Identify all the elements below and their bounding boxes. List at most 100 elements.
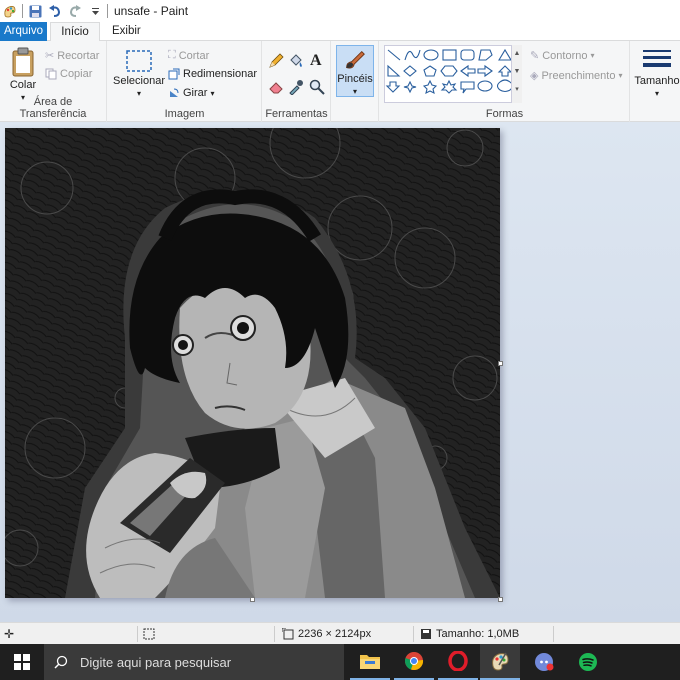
paste-label: Colar xyxy=(9,79,37,91)
opera-icon xyxy=(448,651,468,671)
paint-taskbar-button[interactable] xyxy=(480,644,520,680)
crop-label: Cortar xyxy=(178,49,210,62)
brushes-group: Pincéis ▾ xyxy=(332,41,379,122)
scissors-icon: ✂ xyxy=(45,50,55,62)
artwork-image xyxy=(5,128,500,598)
brushes-dropdown-icon[interactable]: ▾ xyxy=(353,87,357,96)
shapes-gallery-icons[interactable] xyxy=(385,46,521,104)
outline-icon: ✎ xyxy=(530,50,540,62)
window-title: unsafe - Paint xyxy=(114,4,189,18)
shapes-group: ▲ ▼ ▾ ✎ Contorno ▾ ◈ Preenchimento ▾ Forma… xyxy=(380,41,630,122)
dimensions-icon xyxy=(282,628,294,640)
select-label: Selecionar xyxy=(113,75,165,87)
paste-button[interactable]: Colar ▾ xyxy=(6,47,40,102)
shapes-gallery xyxy=(384,45,522,103)
clipboard-icon xyxy=(12,47,34,77)
size-dropdown-icon: ▾ xyxy=(654,89,659,98)
copy-button[interactable]: Copiar xyxy=(45,68,92,80)
resize-icon xyxy=(168,68,180,80)
status-bar: ✛ 2236 × 2124px Tamanho: 1,0MB xyxy=(0,622,680,644)
select-button[interactable]: Selecionar ▾ xyxy=(113,49,165,98)
brush-icon xyxy=(346,50,365,69)
search-icon xyxy=(54,655,68,669)
customize-toolbar-chevron-icon[interactable] xyxy=(87,3,103,19)
crosshair-icon: ✛ xyxy=(4,627,15,641)
windows-logo-icon xyxy=(14,654,30,670)
fill-label: Preenchimento xyxy=(541,69,616,82)
discord-icon xyxy=(535,653,554,671)
image-group: Selecionar ▾ ⛶ Cortar Redimensionar Gira… xyxy=(108,41,262,122)
magnifier-icon[interactable] xyxy=(309,79,325,95)
outline-label: Contorno xyxy=(542,49,588,62)
save-icon[interactable] xyxy=(27,3,43,19)
selection-icon xyxy=(143,628,155,640)
brushes-label: Pincéis xyxy=(337,73,373,85)
eraser-icon[interactable] xyxy=(268,79,284,95)
resize-label: Redimensionar xyxy=(183,68,257,80)
status-divider xyxy=(553,626,554,642)
crop-button[interactable]: ⛶ Cortar xyxy=(168,49,209,62)
resize-handle-right[interactable] xyxy=(498,361,503,366)
crop-icon: ⛶ xyxy=(168,49,176,61)
file-size-text: Tamanho: 1,0MB xyxy=(436,628,520,640)
search-placeholder: Digite aqui para pesquisar xyxy=(80,654,232,670)
taskbar: Digite aqui para pesquisar xyxy=(0,644,680,680)
fill-icon: ◈ xyxy=(530,70,539,82)
selection-size xyxy=(143,623,155,645)
paint-palette-icon xyxy=(492,652,509,671)
resize-button[interactable]: Redimensionar xyxy=(168,68,257,80)
cursor-position: ✛ xyxy=(4,623,14,645)
tab-file[interactable]: Arquivo xyxy=(0,22,47,41)
chrome-button[interactable] xyxy=(394,644,434,680)
rotate-dropdown-icon[interactable]: ▾ xyxy=(210,89,214,98)
size-button[interactable]: Tamanho ▾ xyxy=(634,47,680,98)
clipboard-group: Colar ▾ ✂ Recortar Copiar Área de Transf… xyxy=(0,41,107,122)
tab-view[interactable]: Exibir xyxy=(104,22,149,41)
size-group: Tamanho ▾ xyxy=(631,41,680,122)
file-size: Tamanho: 1,0MB xyxy=(420,623,519,645)
start-button[interactable] xyxy=(2,644,42,680)
status-divider xyxy=(274,626,275,642)
qa-separator xyxy=(22,4,23,18)
shapes-group-label: Formas xyxy=(485,108,524,120)
tools-group-label: Ferramentas xyxy=(265,108,328,120)
line-size-icon xyxy=(643,50,671,67)
fill-bucket-icon[interactable] xyxy=(288,53,304,69)
text-tool-icon[interactable]: A xyxy=(310,52,322,70)
size-label: Tamanho xyxy=(634,75,680,87)
discord-button[interactable] xyxy=(524,644,564,680)
redo-icon[interactable] xyxy=(67,3,83,19)
paint-app-icon[interactable] xyxy=(2,3,18,19)
resize-handle-corner[interactable] xyxy=(498,597,503,602)
chrome-icon xyxy=(404,652,424,671)
pencil-icon[interactable] xyxy=(268,53,284,69)
shapes-scroll[interactable]: ▲ ▼ ▾ xyxy=(511,45,522,103)
file-explorer-button[interactable] xyxy=(350,644,390,680)
brushes-button[interactable]: Pincéis ▾ xyxy=(336,45,374,97)
color-picker-icon[interactable] xyxy=(288,79,304,95)
resize-handle-bottom[interactable] xyxy=(250,597,255,602)
rotate-label: Girar xyxy=(183,87,208,99)
copy-label: Copiar xyxy=(60,68,93,80)
fill-button[interactable]: ◈ Preenchimento ▾ xyxy=(530,69,623,83)
title-bar: unsafe - Paint xyxy=(0,0,680,22)
dimensions-text: 2236 × 2124px xyxy=(298,628,372,640)
ribbon: Colar ▾ ✂ Recortar Copiar Área de Transf… xyxy=(0,41,680,122)
undo-icon[interactable] xyxy=(47,3,63,19)
clipboard-group-label: Área de Transferência xyxy=(19,96,87,120)
select-dropdown-icon[interactable]: ▾ xyxy=(137,89,141,98)
cut-button[interactable]: ✂ Recortar xyxy=(45,49,100,63)
artwork-canvas[interactable] xyxy=(5,128,500,598)
rotate-button[interactable]: Girar ▾ xyxy=(168,87,214,99)
disk-icon xyxy=(421,629,431,639)
tab-home[interactable]: Início xyxy=(50,22,100,42)
fill-dropdown-icon: ▾ xyxy=(618,71,623,80)
tools-group: A Ferramentas xyxy=(263,41,331,122)
spotify-button[interactable] xyxy=(568,644,608,680)
cut-label: Recortar xyxy=(57,49,100,62)
outline-dropdown-icon: ▾ xyxy=(590,51,595,60)
ribbon-tabs: Arquivo Início Exibir xyxy=(0,22,680,42)
outline-button[interactable]: ✎ Contorno ▾ xyxy=(530,49,595,63)
opera-button[interactable] xyxy=(438,644,478,680)
taskbar-search[interactable]: Digite aqui para pesquisar xyxy=(44,644,344,680)
